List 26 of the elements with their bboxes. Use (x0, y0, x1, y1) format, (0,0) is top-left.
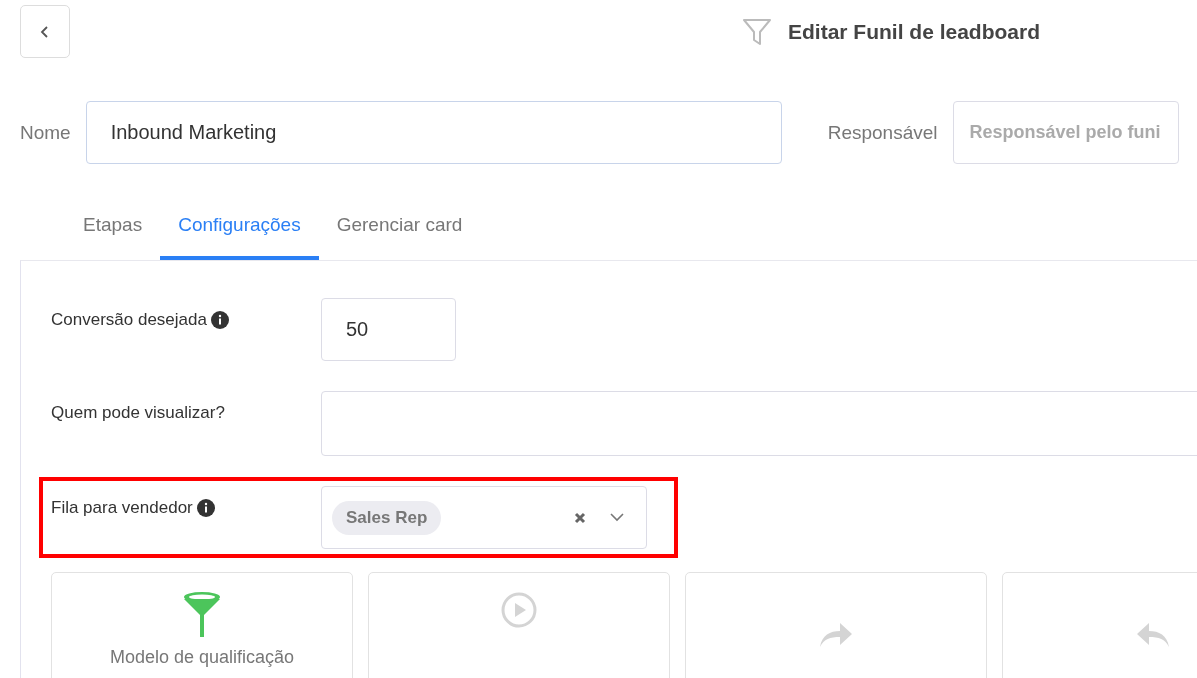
queue-select[interactable]: Sales Rep (321, 486, 647, 549)
tab[interactable]: Configurações (160, 202, 319, 260)
option-card[interactable] (368, 572, 670, 678)
option-card[interactable] (685, 572, 987, 678)
play-icon (500, 591, 538, 629)
card-label: Modelo de qualificação (109, 647, 295, 668)
owner-label: Responsável (827, 121, 938, 144)
chevron-down-icon[interactable] (610, 513, 624, 522)
tab[interactable]: Etapas (65, 202, 161, 260)
tab[interactable]: Gerenciar card (318, 202, 481, 260)
name-input[interactable]: Inbound Marketing (85, 101, 782, 164)
funnel-icon (182, 591, 222, 639)
tag-chip: Sales Rep (332, 500, 442, 535)
back-button[interactable] (20, 5, 70, 58)
setting-label: Conversão desejada (51, 310, 207, 330)
chevron-left-icon (39, 24, 51, 39)
clear-icon[interactable] (574, 511, 586, 524)
setting-label: Quem pode visualizar? (51, 403, 225, 423)
option-card[interactable]: Modelo de qualificação (51, 572, 353, 678)
name-label: Nome (20, 121, 71, 144)
page-title: Editar Funil de leadboard (788, 19, 1041, 44)
owner-input[interactable]: Responsável pelo funi (952, 101, 1179, 164)
filter-icon (742, 17, 772, 46)
visibility-input[interactable] (321, 391, 1197, 456)
conversion-input[interactable]: 50 (321, 298, 456, 361)
setting-label: Fila para vendedor (51, 498, 193, 518)
